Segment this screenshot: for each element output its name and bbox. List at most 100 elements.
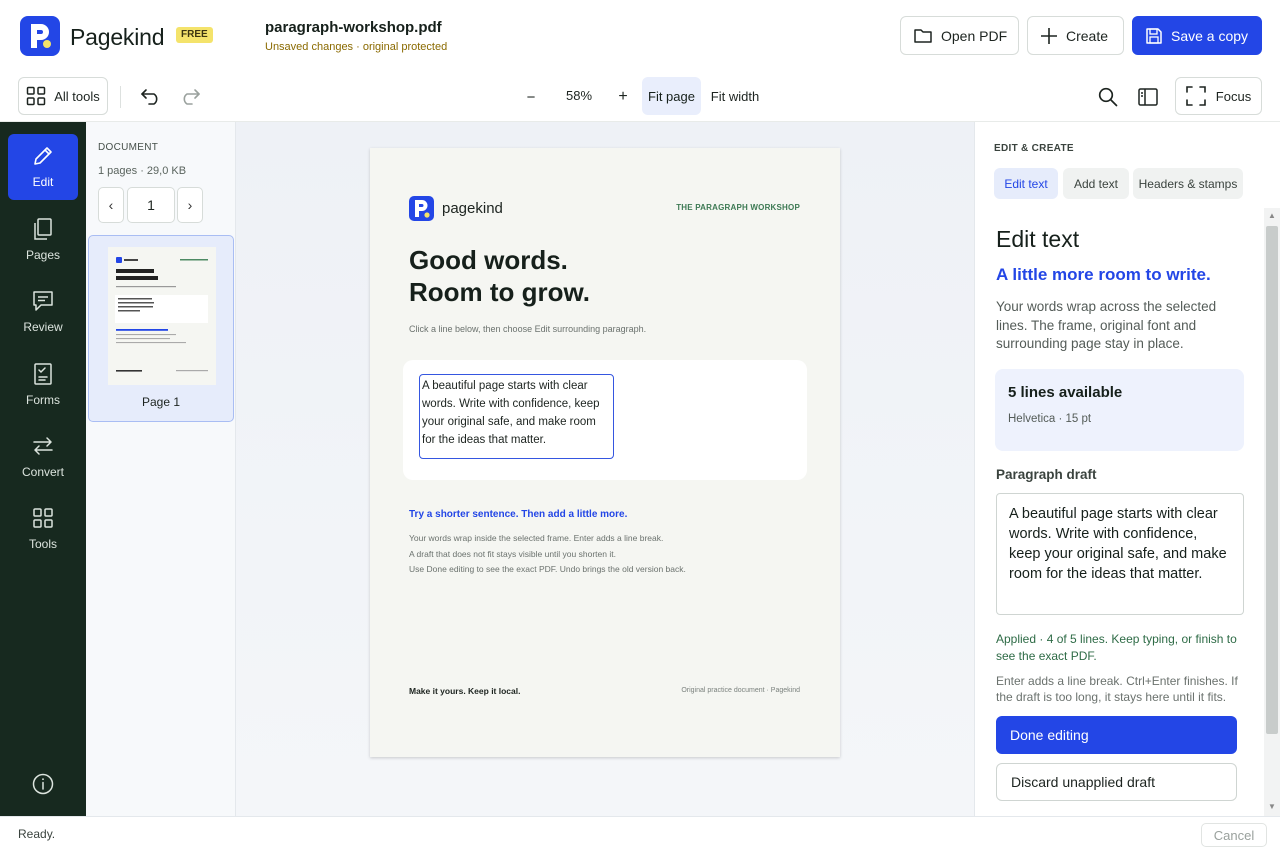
focus-label: Focus xyxy=(1215,88,1252,104)
panel-scrollbar[interactable]: ▲ ▼ xyxy=(1264,208,1280,816)
fit-width-button[interactable]: Fit width xyxy=(706,77,764,115)
rail-item-label: Review xyxy=(23,320,63,334)
file-name: paragraph-workshop.pdf xyxy=(265,19,442,36)
search-button[interactable] xyxy=(1096,85,1120,109)
grid-icon xyxy=(32,507,54,529)
pdf-page[interactable]: pagekind THE PARAGRAPH WORKSHOP Good wor… xyxy=(370,148,840,757)
brand-name: Pagekind xyxy=(70,24,165,50)
tab-edit-text[interactable]: Edit text xyxy=(994,168,1058,199)
document-canvas: pagekind THE PARAGRAPH WORKSHOP Good wor… xyxy=(236,122,974,816)
zoom-level: 58% xyxy=(566,88,593,103)
save-icon xyxy=(1145,27,1163,45)
redo-button[interactable] xyxy=(178,85,202,109)
lines-available-title: 5 lines available xyxy=(1008,384,1123,401)
rail-item-convert[interactable]: Convert xyxy=(8,424,78,490)
all-tools-label: All tools xyxy=(54,88,100,104)
undo-icon xyxy=(140,88,162,106)
fit-page-button[interactable]: Fit page xyxy=(642,77,701,115)
font-meta: Helvetica · 15 pt xyxy=(1008,413,1092,425)
info-icon xyxy=(31,772,55,796)
status-bar: Ready. Cancel xyxy=(0,816,1280,850)
rail-item-tools[interactable]: Tools xyxy=(8,496,78,562)
paragraph-draft-input[interactable]: A beautiful page starts with clear words… xyxy=(996,493,1244,615)
page-number-input[interactable] xyxy=(127,187,175,223)
folder-icon xyxy=(913,27,933,45)
open-pdf-button[interactable]: Open PDF xyxy=(900,16,1019,55)
rail-item-forms[interactable]: Forms xyxy=(8,352,78,418)
pdf-body-text[interactable]: Your words wrap inside the selected fram… xyxy=(409,531,686,578)
search-icon xyxy=(1098,87,1118,107)
rail-item-label: Pages xyxy=(25,248,61,262)
prev-page-button[interactable]: ‹ xyxy=(98,187,124,223)
left-rail: Edit Pages Review Forms Convert Tools xyxy=(0,122,86,816)
pdf-footer-left: Make it yours. Keep it local. xyxy=(409,686,521,696)
page-thumbnail-1[interactable]: Page 1 xyxy=(88,235,234,422)
undo-button[interactable] xyxy=(139,85,163,109)
zoom-out-button[interactable]: − xyxy=(520,85,542,109)
panel-title: Edit text xyxy=(996,226,1080,252)
pagekind-logo-icon xyxy=(20,16,60,56)
sidebar-layout-icon xyxy=(1138,88,1158,106)
file-status: Unsaved changes · original protected xyxy=(265,41,448,53)
create-label: Create xyxy=(1066,27,1109,44)
document-meta: 1 pages · 29,0 KB xyxy=(98,165,187,177)
plan-badge: FREE xyxy=(176,27,213,43)
pdf-workshop-label: THE PARAGRAPH WORKSHOP xyxy=(676,203,800,212)
edit-create-panel: EDIT & CREATE Edit text Add text Headers… xyxy=(974,122,1280,816)
redo-icon xyxy=(179,88,201,106)
pdf-headline-line-2: Room to grow. xyxy=(409,277,591,307)
pdf-brand: pagekind xyxy=(442,200,503,217)
comment-icon xyxy=(32,290,54,312)
panel-subtitle: A little more room to write. xyxy=(996,265,1211,284)
rail-item-edit[interactable]: Edit xyxy=(8,134,78,200)
pages-panel: DOCUMENT 1 pages · 29,0 KB ‹ › xyxy=(86,122,236,816)
pdf-body-line: Use Done editing to see the exact PDF. U… xyxy=(409,564,686,574)
pencil-icon xyxy=(32,145,54,167)
document-label: DOCUMENT xyxy=(98,142,159,153)
info-button[interactable] xyxy=(31,772,55,796)
rail-item-label: Convert xyxy=(21,465,65,479)
pdf-body-line: A draft that does not fit stays visible … xyxy=(409,548,616,559)
save-copy-label: Save a copy xyxy=(1171,27,1249,44)
done-editing-button[interactable]: Done editing xyxy=(996,716,1237,754)
draft-help-text: Enter adds a line break. Ctrl+Enter fini… xyxy=(996,674,1238,704)
grid-icon xyxy=(26,86,46,106)
status-text: Ready. xyxy=(18,827,56,841)
paragraph-draft-label: Paragraph draft xyxy=(996,467,1097,482)
create-button[interactable]: Create xyxy=(1027,16,1124,55)
pdf-highlight-line[interactable]: Try a shorter sentence. Then add a littl… xyxy=(409,509,627,520)
pdf-headline: Good words. Room to grow. xyxy=(409,244,590,308)
tab-headers-stamps[interactable]: Headers & stamps xyxy=(1133,168,1243,199)
pdf-body-line: Your words wrap inside the selected fram… xyxy=(409,533,664,543)
save-copy-button[interactable]: Save a copy xyxy=(1132,16,1262,55)
scrollbar-thumb[interactable] xyxy=(1266,226,1278,734)
selected-text-frame[interactable]: A beautiful page starts with clear words… xyxy=(419,374,614,459)
rail-item-label: Tools xyxy=(28,537,57,551)
pages-icon xyxy=(33,218,53,240)
rail-item-label: Edit xyxy=(32,175,54,189)
cancel-button[interactable]: Cancel xyxy=(1201,823,1267,847)
panel-description: Your words wrap across the selected line… xyxy=(996,299,1217,351)
rail-item-label: Forms xyxy=(26,393,60,407)
discard-draft-button[interactable]: Discard unapplied draft xyxy=(996,763,1237,801)
all-tools-button[interactable]: All tools xyxy=(18,77,108,115)
scroll-down-icon[interactable]: ▼ xyxy=(1267,802,1277,812)
rail-item-review[interactable]: Review xyxy=(8,279,78,345)
form-icon xyxy=(33,363,53,385)
focus-button[interactable]: Focus xyxy=(1175,77,1262,115)
rail-item-pages[interactable]: Pages xyxy=(8,207,78,273)
pdf-logo-icon xyxy=(409,196,434,221)
toolbar-divider xyxy=(120,86,121,108)
app-header: Pagekind FREE paragraph-workshop.pdf Uns… xyxy=(0,0,1280,72)
applied-status: Applied · 4 of 5 lines. Keep typing, or … xyxy=(996,632,1237,663)
scroll-up-icon[interactable]: ▲ xyxy=(1267,211,1277,221)
panel-toggle-button[interactable] xyxy=(1136,85,1160,109)
page-thumbnail-label: Page 1 xyxy=(141,395,181,409)
zoom-in-button[interactable]: + xyxy=(612,85,634,109)
panel-section-label: EDIT & CREATE xyxy=(994,143,1074,154)
convert-icon xyxy=(32,435,54,457)
toolbar: All tools − 58% + Fit page Fit width Foc… xyxy=(0,72,1280,122)
next-page-button[interactable]: › xyxy=(177,187,203,223)
pdf-footer-right: Original practice document · Pagekind xyxy=(681,687,800,694)
tab-add-text[interactable]: Add text xyxy=(1063,168,1129,199)
